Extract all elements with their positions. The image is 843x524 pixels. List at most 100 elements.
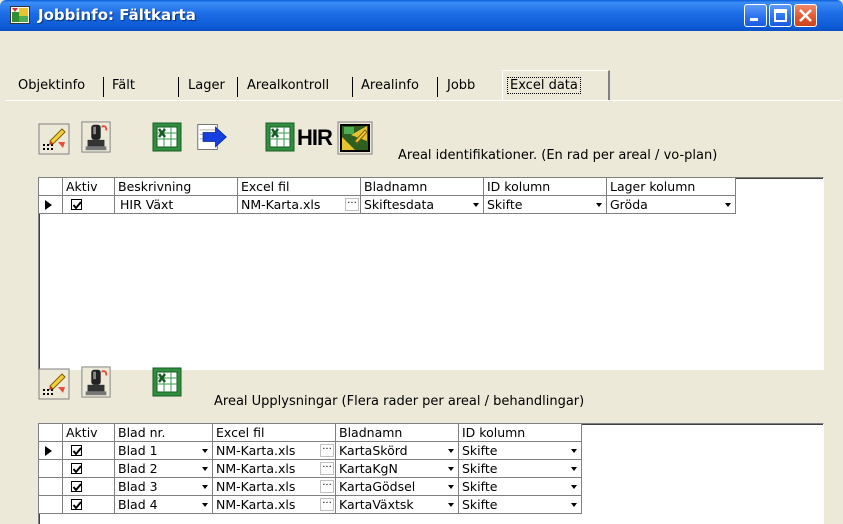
dropdown-arrow-icon[interactable]: [202, 449, 208, 453]
excel-fil-cell[interactable]: NM-Karta.xls ···: [213, 478, 336, 496]
tab-falt[interactable]: Fält: [108, 73, 139, 100]
close-button[interactable]: [794, 4, 817, 27]
dropdown-arrow-icon[interactable]: [448, 485, 454, 489]
hir-label: HIR: [297, 125, 333, 150]
aktiv-cell[interactable]: [63, 442, 115, 460]
top-data-grid[interactable]: Aktiv Beskrivning Excel fil Bladnamn ID …: [38, 177, 824, 370]
aktiv-cell[interactable]: [63, 496, 115, 514]
excel-fil-cell[interactable]: NM-Karta.xls ···: [238, 196, 361, 214]
excel-icon[interactable]: [151, 366, 183, 398]
dropdown-arrow-icon[interactable]: [725, 203, 731, 207]
id-kolumn-value: Skifte: [487, 197, 523, 212]
column-header-lager-kolumn[interactable]: Lager kolumn: [607, 178, 736, 196]
column-header-bladnamn[interactable]: Bladnamn: [336, 424, 459, 442]
export-arrow-icon[interactable]: [196, 121, 228, 153]
column-header-beskrivning[interactable]: Beskrivning: [115, 178, 238, 196]
browse-ellipsis-button[interactable]: ···: [320, 462, 334, 475]
dropdown-arrow-icon[interactable]: [448, 503, 454, 507]
bottom-data-grid[interactable]: Aktiv Blad nr. Excel fil Bladnamn ID kol…: [38, 423, 824, 524]
row-indicator-header: [39, 424, 63, 442]
aktiv-checkbox[interactable]: [71, 463, 82, 474]
tab-excel-data[interactable]: Excel data: [502, 70, 610, 101]
blad-nr-cell[interactable]: Blad 3: [115, 478, 213, 496]
bladnamn-cell[interactable]: KartaSkörd: [336, 442, 459, 460]
tab-separator: [178, 77, 179, 97]
bladnamn-cell[interactable]: KartaKgN: [336, 460, 459, 478]
id-kolumn-cell[interactable]: Skifte: [459, 478, 582, 496]
bladnamn-value: KartaSkörd: [339, 443, 408, 458]
column-header-id-kolumn[interactable]: ID kolumn: [459, 424, 582, 442]
column-header-aktiv[interactable]: Aktiv: [63, 424, 115, 442]
browse-ellipsis-button[interactable]: ···: [320, 480, 334, 493]
bladnamn-cell[interactable]: Skiftesdata: [361, 196, 484, 214]
blad-nr-value: Blad 4: [118, 497, 158, 512]
maximize-button[interactable]: [769, 4, 792, 27]
dropdown-arrow-icon[interactable]: [571, 485, 577, 489]
tab-lager[interactable]: Lager: [184, 73, 229, 100]
excel-fil-value: NM-Karta.xls: [216, 443, 296, 458]
row-indicator: [39, 196, 63, 214]
dropdown-arrow-icon[interactable]: [202, 485, 208, 489]
top-caption: Areal identifikationer. (En rad per area…: [398, 148, 718, 163]
minimize-icon: [750, 18, 758, 21]
dropdown-arrow-icon[interactable]: [571, 467, 577, 471]
current-row-arrow-icon: [45, 446, 52, 456]
excel-fil-cell[interactable]: NM-Karta.xls ···: [213, 496, 336, 514]
browse-ellipsis-button[interactable]: ···: [320, 498, 334, 511]
lager-kolumn-cell[interactable]: Gröda: [607, 196, 736, 214]
bladnamn-cell[interactable]: KartaVäxtsk: [336, 496, 459, 514]
excel-fil-cell[interactable]: NM-Karta.xls ···: [213, 442, 336, 460]
edit-list-icon[interactable]: [38, 123, 70, 155]
excel-fil-cell[interactable]: NM-Karta.xls ···: [213, 460, 336, 478]
column-header-excel-fil[interactable]: Excel fil: [213, 424, 336, 442]
close-icon: [799, 9, 812, 22]
row-indicator-header: [39, 178, 63, 196]
id-kolumn-cell[interactable]: Skifte: [484, 196, 607, 214]
dropdown-arrow-icon[interactable]: [473, 203, 479, 207]
excel-icon[interactable]: [264, 121, 296, 153]
beskrivning-cell[interactable]: HIR Växt: [115, 196, 238, 214]
dropdown-arrow-icon[interactable]: [448, 449, 454, 453]
column-header-aktiv[interactable]: Aktiv: [63, 178, 115, 196]
id-kolumn-cell[interactable]: Skifte: [459, 460, 582, 478]
browse-ellipsis-button[interactable]: ···: [345, 198, 359, 211]
map-edit-icon[interactable]: [337, 121, 373, 155]
tab-arealkontroll[interactable]: Arealkontroll: [243, 73, 333, 100]
blad-nr-cell[interactable]: Blad 1: [115, 442, 213, 460]
column-header-blad-nr[interactable]: Blad nr.: [115, 424, 213, 442]
blad-nr-cell[interactable]: Blad 2: [115, 460, 213, 478]
tab-arealinfo[interactable]: Arealinfo: [357, 73, 423, 100]
dropdown-arrow-icon[interactable]: [448, 467, 454, 471]
edit-list-icon[interactable]: [38, 368, 70, 400]
column-header-bladnamn[interactable]: Bladnamn: [361, 178, 484, 196]
aktiv-checkbox[interactable]: [71, 199, 82, 210]
aktiv-cell[interactable]: [63, 460, 115, 478]
browse-ellipsis-button[interactable]: ···: [320, 444, 334, 457]
joystick-icon[interactable]: [80, 366, 112, 398]
dropdown-arrow-icon[interactable]: [202, 503, 208, 507]
joystick-icon[interactable]: [80, 121, 112, 153]
excel-icon[interactable]: [151, 121, 183, 153]
minimize-button[interactable]: [744, 4, 767, 27]
dropdown-arrow-icon[interactable]: [571, 503, 577, 507]
title-bar[interactable]: Jobbinfo: Fältkarta: [0, 0, 843, 31]
bladnamn-cell[interactable]: KartaGödsel: [336, 478, 459, 496]
dropdown-arrow-icon[interactable]: [571, 449, 577, 453]
aktiv-cell[interactable]: [63, 196, 115, 214]
dropdown-arrow-icon[interactable]: [202, 467, 208, 471]
aktiv-checkbox[interactable]: [71, 445, 82, 456]
aktiv-cell[interactable]: [63, 478, 115, 496]
blad-nr-cell[interactable]: Blad 4: [115, 496, 213, 514]
dropdown-arrow-icon[interactable]: [596, 203, 602, 207]
tab-separator: [352, 77, 353, 97]
tab-jobb[interactable]: Jobb: [443, 73, 479, 100]
column-header-id-kolumn[interactable]: ID kolumn: [484, 178, 607, 196]
id-kolumn-cell[interactable]: Skifte: [459, 496, 582, 514]
blad-nr-value: Blad 2: [118, 461, 158, 476]
aktiv-checkbox[interactable]: [71, 499, 82, 510]
aktiv-checkbox[interactable]: [71, 481, 82, 492]
id-kolumn-cell[interactable]: Skifte: [459, 442, 582, 460]
tab-objektinfo[interactable]: Objektinfo: [14, 73, 89, 100]
tab-panel-border: [6, 100, 841, 101]
column-header-excel-fil[interactable]: Excel fil: [238, 178, 361, 196]
